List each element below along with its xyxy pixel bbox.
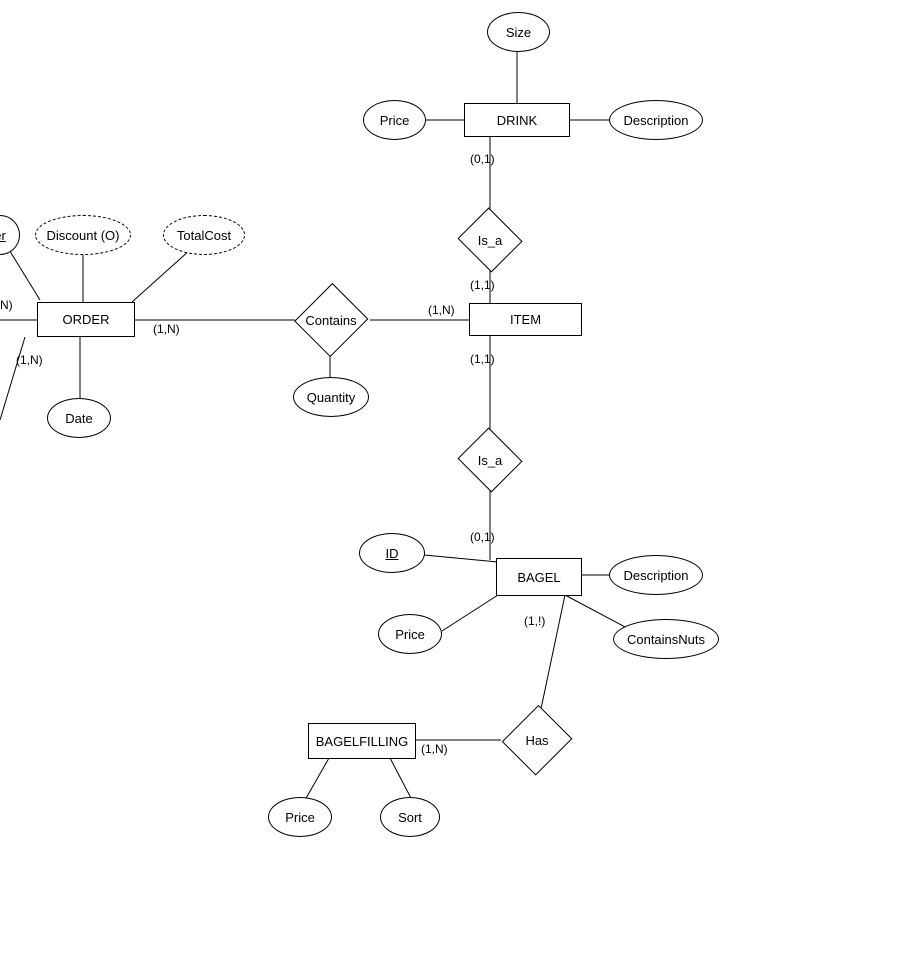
attr-totalcost: TotalCost: [163, 215, 245, 255]
card-order-left-n: N): [0, 298, 13, 312]
card-item-contains: (1,N): [428, 303, 455, 317]
entity-bagel: BAGEL: [496, 558, 582, 596]
rel-has: Has: [499, 712, 575, 768]
rel-is-a-mid: Is_a: [457, 430, 523, 490]
card-drink-isa: (0,1): [470, 152, 495, 166]
attr-price-drink: Price: [363, 100, 426, 140]
card-bagel-has: (1,!): [524, 614, 545, 628]
card-order-contains: (1,N): [153, 322, 180, 336]
entity-order: ORDER: [37, 302, 135, 337]
attr-size: Size: [487, 12, 550, 52]
attr-description-bagel: Description: [609, 555, 703, 595]
attr-id-bagel: ID: [359, 533, 425, 573]
attr-description-drink: Description: [609, 100, 703, 140]
card-order-below: (1,N): [16, 353, 43, 367]
card-fill-has: (1,N): [421, 742, 448, 756]
attr-discount-o: Discount (O): [35, 215, 131, 255]
attr-price-fill: Price: [268, 797, 332, 837]
attr-containsnuts: ContainsNuts: [613, 619, 719, 659]
attr-sort: Sort: [380, 797, 440, 837]
attr-date: Date: [47, 398, 111, 438]
attr-order-pk-fragment: er: [0, 215, 20, 255]
card-bagel-isa: (0,1): [470, 530, 495, 544]
rel-contains: Contains: [289, 292, 373, 348]
entity-bagelfilling: BAGELFILLING: [308, 723, 416, 759]
attr-quantity: Quantity: [293, 377, 369, 417]
entity-drink: DRINK: [464, 103, 570, 137]
er-diagram-canvas: Size Price DRINK Description (0,1) Is_a …: [0, 0, 898, 966]
connector-lines: [0, 0, 898, 966]
attr-price-bagel: Price: [378, 614, 442, 654]
rel-is-a-top: Is_a: [457, 210, 523, 270]
card-item-isa-mid: (1,1): [470, 352, 495, 366]
entity-item: ITEM: [469, 303, 582, 336]
card-item-isa-top: (1,1): [470, 278, 495, 292]
